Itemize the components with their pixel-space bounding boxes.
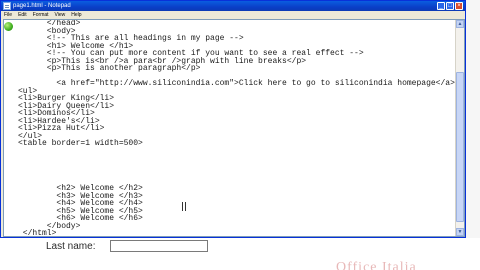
menu-view[interactable]: View [52, 11, 69, 19]
vertical-scrollbar[interactable]: ▲ ▼ [455, 20, 464, 236]
last-name-label: Last name: [46, 241, 96, 252]
menu-help[interactable]: Help [68, 11, 84, 19]
menu-format[interactable]: Format [30, 11, 52, 19]
ibeam-cursor-icon [182, 202, 186, 211]
menu-bar: File Edit Format View Help [1, 11, 465, 19]
notepad-icon [3, 2, 11, 10]
close-button[interactable]: × [455, 2, 463, 10]
faded-logo-text: Office Italia [336, 260, 417, 270]
scroll-thumb[interactable] [456, 72, 464, 222]
text-editor[interactable]: </head> <body> <!-- This are all heading… [3, 19, 465, 237]
code-line: <a href="http://www.siliconindia.com">Cl… [18, 79, 455, 88]
code-line: </body> [18, 221, 81, 231]
green-bullet-icon [4, 22, 13, 31]
code-line: <li>Pizza Hut</li> [18, 124, 105, 133]
window-title: page1.html - Notepad [13, 3, 71, 9]
code-line: <h6> Welcome </h6> [18, 214, 143, 223]
scroll-down-button[interactable]: ▼ [456, 228, 464, 236]
menu-edit[interactable]: Edit [15, 11, 30, 19]
code-line: <table border=1 width=500> [18, 139, 143, 148]
background-webpage: Last name: Office Italia [0, 238, 480, 270]
scroll-up-button[interactable]: ▲ [456, 20, 464, 28]
minimize-button[interactable]: _ [437, 2, 445, 10]
maximize-button[interactable]: □ [446, 2, 454, 10]
code-line: <p>This is another paragraph</p> [18, 64, 201, 73]
editor-text-area[interactable]: </head> <body> <!-- This are all heading… [4, 20, 456, 236]
menu-file[interactable]: File [1, 11, 15, 19]
notepad-window: page1.html - Notepad _ □ × File Edit Forma… [0, 0, 466, 238]
code-line: </head> [18, 20, 81, 28]
code-line: </html> [18, 229, 57, 236]
title-bar[interactable]: page1.html - Notepad _ □ × [1, 1, 465, 11]
background-strip [466, 0, 480, 238]
last-name-input[interactable] [110, 240, 208, 252]
